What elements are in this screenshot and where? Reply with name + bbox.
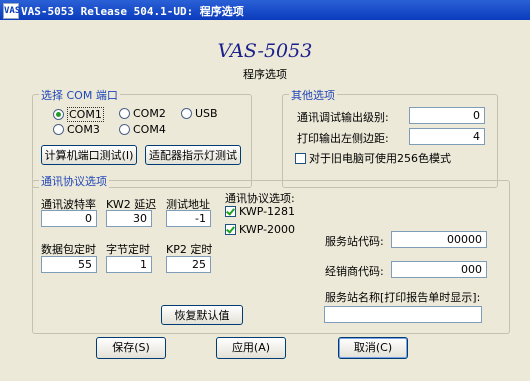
test-address-input[interactable]: -1	[166, 210, 211, 227]
kwp1281-label: KWP-1281	[239, 205, 296, 218]
other-options-legend: 其他选项	[289, 87, 337, 103]
dealer-code-label: 经销商代码:	[325, 265, 384, 278]
packet-timing-label: 数据包定时	[41, 243, 96, 256]
kwp2000-label: KWP-2000	[239, 223, 296, 236]
dialog-subtitle: 程序选项	[243, 68, 287, 81]
byte-timing-label: 字节定时	[106, 243, 150, 256]
print-margin-input[interactable]: 4	[409, 128, 485, 145]
radio-dot-icon	[53, 109, 64, 120]
checkmark-icon	[225, 206, 236, 217]
station-name-input[interactable]	[324, 306, 482, 323]
kwp1281-checkbox[interactable]: KWP-1281	[225, 205, 295, 218]
station-name-label: 服务站名称[打印报告单时显示]:	[325, 291, 481, 304]
kwp2000-checkbox[interactable]: KWP-2000	[225, 223, 295, 236]
window-title: VAS-5053 Release 504.1-UD: 程序选项	[21, 5, 244, 18]
radio-label: COM3	[67, 123, 100, 136]
kp2-timing-input[interactable]: 25	[166, 256, 211, 273]
dealer-code-input[interactable]: 000	[391, 261, 487, 278]
station-code-label: 服务站代码:	[325, 235, 384, 248]
app-icon: VAS	[3, 3, 20, 19]
cancel-button[interactable]: 取消(C)	[338, 337, 408, 359]
color256-checkbox[interactable]: 对于旧电脑可使用256色模式	[295, 150, 451, 166]
restore-defaults-button[interactable]: 恢复默认值	[161, 305, 243, 325]
radio-com4[interactable]: COM4	[119, 123, 166, 136]
title-bar[interactable]: VAS VAS-5053 Release 504.1-UD: 程序选项	[0, 0, 530, 20]
protocol-options-legend: 通讯协议选项	[39, 173, 109, 189]
radio-label: USB	[195, 107, 218, 120]
radio-com1[interactable]: COM1	[53, 107, 104, 122]
color256-label: 对于旧电脑可使用256色模式	[309, 152, 451, 165]
adapter-led-test-button[interactable]: 适配器指示灯测试	[145, 145, 241, 165]
radio-com2[interactable]: COM2	[119, 107, 166, 120]
radio-label: COM4	[133, 123, 166, 136]
kp2-timing-label: KP2 定时	[166, 243, 213, 256]
byte-timing-input[interactable]: 1	[106, 256, 152, 273]
debug-level-label: 通讯调试输出级别:	[297, 111, 389, 124]
radio-label: COM1	[67, 107, 104, 122]
radio-dot-icon	[181, 108, 192, 119]
debug-level-input[interactable]: 0	[409, 107, 485, 124]
packet-timing-input[interactable]: 55	[41, 256, 97, 273]
checkbox-box-icon	[295, 152, 306, 164]
protocol-options-group: 通讯协议选项 通讯波特率 0 KW2 延迟 30 测试地址 -1 数据包定时 5…	[32, 173, 510, 334]
radio-dot-icon	[119, 124, 130, 135]
program-options-window: VAS VAS-5053 Release 504.1-UD: 程序选项 VAS-…	[0, 0, 530, 381]
dialog-client-area: VAS-5053 程序选项 选择 COM 端口 COM1 COM2 USB CO…	[2, 20, 528, 379]
radio-dot-icon	[53, 124, 64, 135]
apply-button[interactable]: 应用(A)	[216, 337, 286, 359]
station-code-input[interactable]: 00000	[391, 231, 487, 248]
print-margin-label: 打印输出左侧边距:	[297, 132, 389, 145]
checkmark-icon	[225, 224, 236, 235]
port-test-button[interactable]: 计算机端口测试(I)	[41, 145, 137, 165]
radio-label: COM2	[133, 107, 166, 120]
kw2-delay-input[interactable]: 30	[106, 210, 152, 227]
com-port-legend: 选择 COM 端口	[39, 87, 120, 103]
save-button[interactable]: 保存(S)	[96, 337, 166, 359]
other-options-group: 其他选项 通讯调试输出级别: 0 打印输出左侧边距: 4 对于旧电脑可使用256…	[282, 87, 498, 188]
radio-dot-icon	[119, 108, 130, 119]
radio-com3[interactable]: COM3	[53, 123, 100, 136]
app-heading: VAS-5053	[217, 40, 313, 62]
protocols-label: 通讯协议选项:	[225, 192, 295, 205]
radio-usb[interactable]: USB	[181, 107, 218, 120]
baud-input[interactable]: 0	[41, 210, 97, 227]
